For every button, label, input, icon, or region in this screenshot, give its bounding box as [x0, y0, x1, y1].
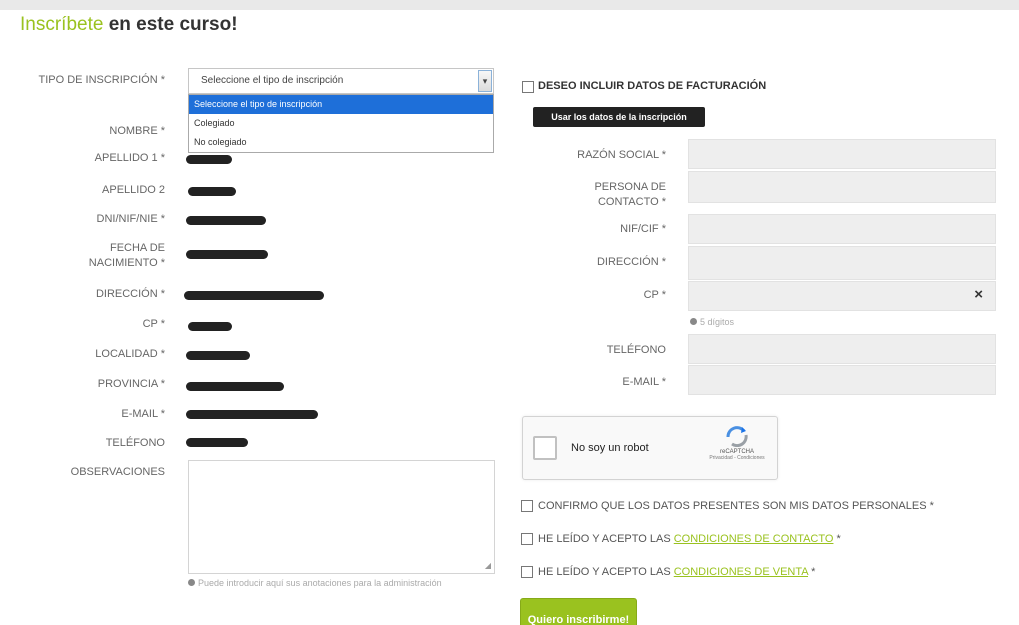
- resize-grip-icon[interactable]: ◢: [485, 561, 491, 570]
- nif-label: NIF/CIF *: [620, 223, 666, 235]
- cp-label: CP *: [142, 318, 165, 330]
- page-title: Inscríbete en este curso!: [20, 14, 238, 36]
- info-icon: [690, 318, 697, 325]
- submit-button[interactable]: Quiero inscribirme!: [520, 598, 637, 625]
- nombre-label: NOMBRE *: [109, 125, 165, 137]
- tipo-inscripcion-label: TIPO DE INSCRIPCIÓN *: [38, 74, 165, 86]
- nif-input[interactable]: [688, 214, 996, 244]
- billing-checkbox-label: DESEO INCLUIR DATOS DE FACTURACIÓN: [538, 80, 767, 92]
- chevron-down-icon[interactable]: ▾: [478, 70, 492, 92]
- redacted-value: [186, 216, 266, 225]
- observaciones-textarea[interactable]: ◢: [188, 460, 495, 574]
- razon-social-input[interactable]: [688, 139, 996, 169]
- billing-email-label: E-MAIL *: [622, 376, 666, 388]
- redacted-value: [186, 438, 248, 447]
- redacted-value: [186, 155, 232, 164]
- sale-conditions-link[interactable]: CONDICIONES DE VENTA: [674, 566, 808, 578]
- redacted-value: [186, 351, 250, 360]
- billing-email-input[interactable]: [688, 365, 996, 395]
- dropdown-option[interactable]: Seleccione el tipo de inscripción: [189, 95, 493, 114]
- apellido1-label: APELLIDO 1 *: [94, 152, 165, 164]
- recaptcha-checkbox[interactable]: [533, 436, 557, 460]
- confirm-personal-data-checkbox[interactable]: [521, 500, 533, 512]
- title-accent: Inscríbete: [20, 14, 104, 35]
- billing-checkbox[interactable]: [522, 81, 534, 93]
- tipo-inscripcion-dropdown[interactable]: Seleccione el tipo de inscripción Colegi…: [188, 94, 494, 153]
- dropdown-option[interactable]: Colegiado: [189, 114, 493, 133]
- redacted-value: [184, 291, 324, 300]
- billing-direccion-label: DIRECCIÓN *: [596, 256, 666, 268]
- accept-sale-conditions-label: HE LEÍDO Y ACEPTO LAS CONDICIONES DE VEN…: [538, 566, 816, 578]
- apellido2-label: APELLIDO 2: [102, 184, 165, 196]
- info-icon: [188, 579, 195, 586]
- title-rest: en este curso!: [103, 14, 238, 35]
- redacted-value: [188, 322, 232, 331]
- billing-telefono-input[interactable]: [688, 334, 996, 364]
- accept-contact-conditions-label: HE LEÍDO Y ACEPTO LAS CONDICIONES DE CON…: [538, 533, 841, 545]
- recaptcha-icon: [726, 426, 748, 447]
- confirm-personal-data-label: CONFIRMO QUE LOS DATOS PRESENTES SON MIS…: [538, 500, 934, 512]
- recaptcha-terms[interactable]: Privacidad - Condiciones: [707, 455, 767, 461]
- recaptcha-widget: No soy un robot reCAPTCHA Privacidad - C…: [522, 416, 778, 480]
- billing-telefono-label: TELÉFONO: [606, 344, 666, 356]
- accept-sale-conditions-checkbox[interactable]: [521, 566, 533, 578]
- recaptcha-logo: reCAPTCHA Privacidad - Condiciones: [707, 425, 767, 461]
- redacted-value: [188, 187, 236, 196]
- accept-contact-conditions-checkbox[interactable]: [521, 533, 533, 545]
- dni-label: DNI/NIF/NIE *: [96, 213, 165, 225]
- billing-direccion-input[interactable]: [688, 246, 996, 280]
- contact-conditions-link[interactable]: CONDICIONES DE CONTACTO: [674, 533, 834, 545]
- redacted-value: [186, 410, 318, 419]
- fecha-nacimiento-label: FECHA DE NACIMIENTO *: [88, 242, 165, 269]
- persona-contacto-label: PERSONA DE CONTACTO *: [594, 181, 666, 208]
- redacted-value: [186, 382, 284, 391]
- direccion-label: DIRECCIÓN *: [95, 288, 165, 300]
- clear-icon[interactable]: ×: [974, 286, 983, 303]
- persona-contacto-input[interactable]: [688, 171, 996, 203]
- telefono-label: TELÉFONO: [105, 437, 165, 449]
- top-divider: [0, 0, 1019, 10]
- recaptcha-label: No soy un robot: [571, 442, 649, 454]
- dropdown-option[interactable]: No colegiado: [189, 133, 493, 152]
- tipo-inscripcion-select[interactable]: Seleccione el tipo de inscripción ▾: [188, 68, 494, 94]
- email-label: E-MAIL *: [121, 408, 165, 420]
- observaciones-hint: Puede introducir aquí sus anotaciones pa…: [188, 577, 448, 589]
- cp-hint: 5 dígitos: [690, 316, 734, 328]
- redacted-value: [186, 250, 268, 259]
- localidad-label: LOCALIDAD *: [95, 348, 165, 360]
- provincia-label: PROVINCIA *: [97, 378, 165, 390]
- billing-cp-input[interactable]: ×: [688, 281, 996, 311]
- razon-social-label: RAZÓN SOCIAL *: [577, 149, 666, 161]
- billing-cp-label: CP *: [643, 289, 666, 301]
- select-value: Seleccione el tipo de inscripción: [201, 75, 344, 86]
- observaciones-label: OBSERVACIONES: [70, 466, 165, 478]
- use-inscription-data-button[interactable]: Usar los datos de la inscripción: [533, 107, 705, 127]
